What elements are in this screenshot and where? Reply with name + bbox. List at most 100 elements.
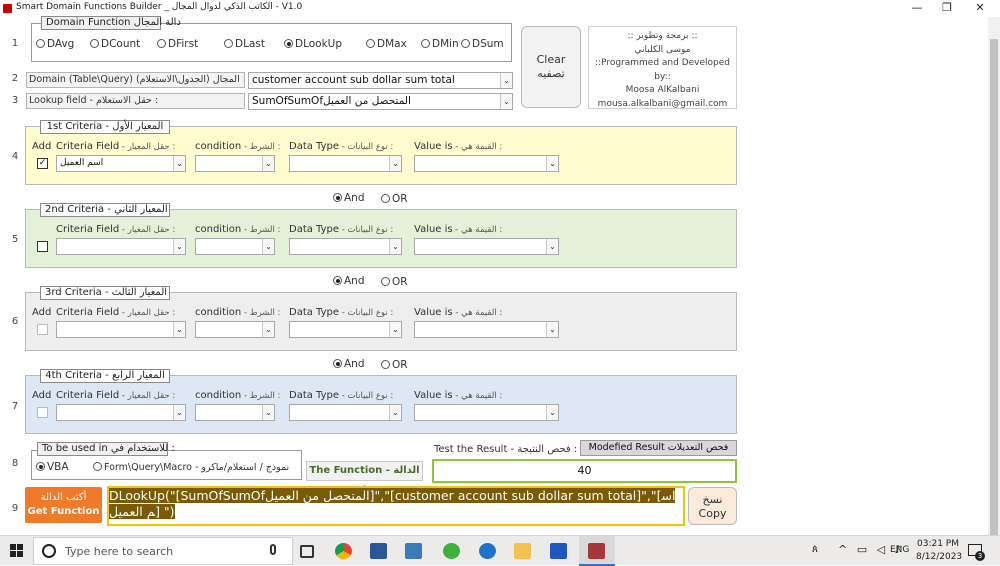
condition-combo[interactable]: ⌄ — [195, 404, 275, 421]
function-output[interactable]: DLookUp("[SumOfSumOfالمتحصل من العميل]",… — [107, 486, 685, 526]
chevron-down-icon[interactable]: ⌄ — [500, 73, 512, 88]
domain-function-option-dfirst[interactable]: DFirst — [157, 37, 198, 50]
domain-function-option-dlookup[interactable]: DLookUp — [284, 37, 342, 50]
domain-function-option-dmax[interactable]: DMax — [366, 37, 407, 50]
notification-icon[interactable]: 3 — [968, 544, 985, 561]
app-icon-doc[interactable] — [405, 543, 422, 559]
condition-combo[interactable]: ⌄ — [195, 155, 275, 172]
access-taskbar-item[interactable] — [579, 536, 615, 566]
chevron-down-icon[interactable]: ⌄ — [262, 322, 274, 337]
add-checkbox[interactable] — [37, 324, 48, 335]
get-function-button[interactable]: أكتب الدالة Get Function — [25, 487, 102, 523]
lookup-combo[interactable]: SumOfSumOfالمتحصل من العميل ⌄ — [248, 93, 513, 110]
task-view-icon[interactable] — [300, 545, 314, 558]
domain-combo[interactable]: customer account sub dollar sum total ⌄ — [248, 72, 513, 89]
radio-button[interactable] — [366, 39, 375, 48]
value-combo[interactable]: ⌄ — [414, 321, 559, 338]
criteria-field-combo[interactable]: ⌄ — [56, 238, 186, 255]
domain-function-option-dsum[interactable]: DSum — [461, 37, 504, 50]
taskbar-search[interactable]: Type here to search — [33, 537, 293, 565]
clock[interactable]: 03:21 PM 8/12/2023 — [916, 538, 962, 564]
radio-button[interactable] — [36, 39, 45, 48]
data-type-combo[interactable]: ⌄ — [289, 238, 402, 255]
chevron-down-icon[interactable]: ⌄ — [389, 156, 401, 171]
app-icon-media[interactable] — [550, 543, 567, 559]
chevron-down-icon[interactable]: ⌄ — [546, 156, 558, 171]
and-option[interactable]: And — [333, 191, 365, 204]
copy-button[interactable]: نسخ Copy — [688, 487, 737, 525]
or-option[interactable]: OR — [381, 192, 408, 205]
and-option[interactable]: And — [333, 357, 365, 370]
form-radio[interactable] — [93, 462, 102, 471]
or-option[interactable]: OR — [381, 358, 408, 371]
and-radio[interactable] — [333, 193, 342, 202]
chevron-down-icon[interactable]: ⌄ — [546, 322, 558, 337]
chevron-down-icon[interactable]: ⌄ — [173, 405, 185, 420]
value-combo[interactable]: ⌄ — [414, 238, 559, 255]
chevron-down-icon[interactable]: ⌄ — [173, 156, 185, 171]
vba-radio[interactable] — [36, 462, 45, 471]
chevron-down-icon[interactable]: ⌄ — [173, 322, 185, 337]
radio-button[interactable] — [284, 39, 293, 48]
chevron-down-icon[interactable]: ⌄ — [262, 405, 274, 420]
radio-button[interactable] — [461, 39, 470, 48]
chevron-down-icon[interactable]: ⌄ — [389, 405, 401, 420]
maximize-button[interactable]: ❐ — [932, 0, 962, 17]
close-button[interactable]: ✕ — [965, 0, 995, 17]
criteria-field-combo[interactable]: اسم العميل ⌄ — [56, 155, 186, 172]
domain-function-option-dcount[interactable]: DCount — [90, 37, 140, 50]
value-combo[interactable]: ⌄ — [414, 155, 559, 172]
chevron-down-icon[interactable]: ⌄ — [262, 239, 274, 254]
or-radio[interactable] — [381, 194, 390, 203]
radio-button[interactable] — [421, 39, 430, 48]
language-indicator[interactable]: ENG — [890, 545, 909, 555]
domain-function-option-davg[interactable]: DAvg — [36, 37, 74, 50]
add-checkbox[interactable] — [37, 407, 48, 418]
chevron-down-icon[interactable]: ⌄ — [546, 239, 558, 254]
criteria-field-combo[interactable]: ⌄ — [56, 321, 186, 338]
windows-start-icon[interactable] — [10, 544, 23, 557]
app-icon-blue[interactable] — [370, 543, 387, 559]
scrollbar-thumb[interactable] — [990, 39, 998, 535]
test-result-field[interactable]: 40 — [432, 459, 737, 483]
add-checkbox[interactable] — [37, 241, 48, 252]
modified-result-button[interactable]: Modefied Result فحص التعديلات — [580, 440, 737, 456]
chevron-down-icon[interactable]: ⌄ — [389, 322, 401, 337]
chevron-down-icon[interactable]: ⌄ — [173, 239, 185, 254]
or-option[interactable]: OR — [381, 275, 408, 288]
chevron-down-icon[interactable]: ⌄ — [262, 156, 274, 171]
radio-button[interactable] — [157, 39, 166, 48]
app-icon-circle[interactable] — [479, 543, 496, 559]
used-in-option-vba[interactable]: VBA — [36, 460, 69, 473]
chevron-down-icon[interactable]: ⌄ — [389, 239, 401, 254]
and-radio[interactable] — [333, 359, 342, 368]
minimize-button[interactable]: — — [902, 0, 932, 17]
data-type-combo[interactable]: ⌄ — [289, 404, 402, 421]
data-type-combo[interactable]: ⌄ — [289, 321, 402, 338]
get-function-ar: أكتب الدالة — [40, 492, 87, 503]
radio-button[interactable] — [224, 39, 233, 48]
domain-function-option-dmin[interactable]: DMin — [421, 37, 459, 50]
wechat-icon[interactable] — [443, 543, 460, 559]
data-type-combo[interactable]: ⌄ — [289, 155, 402, 172]
condition-combo[interactable]: ⌄ — [195, 321, 275, 338]
chevron-down-icon[interactable]: ⌄ — [500, 94, 512, 109]
used-in-option-form[interactable]: Form\Query\Macro - نموذج / استعلام/ماكرو — [93, 460, 289, 473]
file-explorer-icon[interactable] — [514, 543, 531, 559]
criteria-field-combo[interactable]: ⌄ — [56, 404, 186, 421]
or-radio[interactable] — [381, 360, 390, 369]
and-option[interactable]: And — [333, 274, 365, 287]
radio-button[interactable] — [90, 39, 99, 48]
people-icon[interactable]: ጰ — [812, 544, 818, 555]
chevron-down-icon[interactable]: ⌄ — [546, 405, 558, 420]
condition-combo[interactable]: ⌄ — [195, 238, 275, 255]
microphone-icon[interactable] — [270, 544, 276, 555]
chrome-icon[interactable] — [335, 543, 352, 559]
domain-function-option-dlast[interactable]: DLast — [224, 37, 265, 50]
and-radio[interactable] — [333, 276, 342, 285]
clear-button[interactable]: Clear تصفيه — [521, 26, 581, 108]
vertical-scrollbar[interactable] — [988, 17, 1000, 535]
or-radio[interactable] — [381, 277, 390, 286]
value-combo[interactable]: ⌄ — [414, 404, 559, 421]
add-checkbox[interactable]: ✓ — [37, 158, 48, 169]
